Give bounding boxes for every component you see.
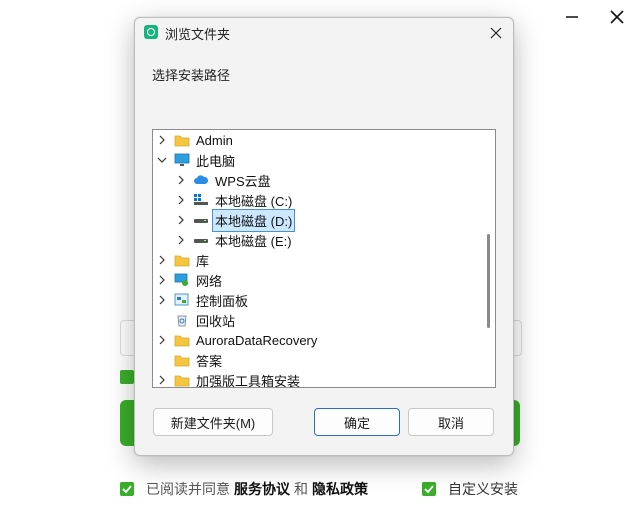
close-icon <box>610 10 624 24</box>
tree-item[interactable]: 控制面板 <box>153 290 486 310</box>
system-drive-icon <box>193 192 209 208</box>
tree-item[interactable]: 库 <box>153 250 486 270</box>
new-folder-button[interactable]: 新建文件夹(M) <box>153 408 273 436</box>
tree-item[interactable]: 网络 <box>153 270 486 290</box>
folder-icon <box>174 332 190 348</box>
chevron-right-icon[interactable] <box>156 274 168 286</box>
tree-item-label: WPS云盘 <box>215 173 271 189</box>
custom-install-checkbox[interactable] <box>422 482 436 496</box>
tree-item-label: 回收站 <box>196 313 236 329</box>
tree-item-label: 本地磁盘 (D:) <box>211 208 296 232</box>
chevron-right-icon[interactable] <box>156 294 168 306</box>
folder-icon <box>174 252 190 268</box>
minimize-icon <box>566 16 578 18</box>
drive-icon <box>193 212 209 228</box>
tree-item[interactable]: 加强版工具箱安装 <box>153 370 486 388</box>
agree-checkbox[interactable] <box>120 482 134 496</box>
folder-icon <box>174 132 190 148</box>
tree-item[interactable]: 本地磁盘 (E:) <box>153 230 495 250</box>
dialog-prompt: 选择安装路径 <box>152 68 231 83</box>
tree-item[interactable]: 本地磁盘 (D:) <box>153 208 495 232</box>
chevron-right-icon[interactable] <box>175 214 187 226</box>
folder-tree[interactable]: Admin 此电脑 WPS云盘本地磁盘 (C:) 本地磁盘 (D:) 本地磁盘 (E:)… <box>152 129 496 388</box>
app-icon <box>144 25 158 39</box>
chevron-right-icon[interactable] <box>175 194 187 206</box>
tree-item-label: 此电脑 <box>196 153 236 169</box>
chevron-right-icon[interactable] <box>156 254 168 266</box>
network-icon <box>174 272 190 288</box>
tree-item[interactable]: WPS云盘 <box>153 170 495 190</box>
custom-install-row: 自定义安装 <box>422 480 518 498</box>
chevron-right-icon[interactable] <box>156 374 168 386</box>
drive-icon <box>193 232 209 248</box>
chevron-right-icon[interactable] <box>175 234 187 246</box>
dialog-titlebar: 浏览文件夹 <box>135 18 513 48</box>
privacy-policy-link[interactable]: 隐私政策 <box>312 479 368 499</box>
tree-item-label: 控制面板 <box>196 293 249 309</box>
and-text: 和 <box>294 481 308 497</box>
custom-install-label: 自定义安装 <box>448 481 518 497</box>
dialog-title: 浏览文件夹 <box>165 27 231 42</box>
cancel-button[interactable]: 取消 <box>408 408 494 436</box>
control-panel-icon <box>174 292 190 308</box>
tree-item-label: 答案 <box>196 353 223 369</box>
ok-button[interactable]: 确定 <box>314 408 400 436</box>
agreement-row: 已阅读并同意 服务协议 和 隐私政策 <box>120 480 372 498</box>
tree-item-label: 加强版工具箱安装 <box>196 373 301 388</box>
chevron-right-icon[interactable] <box>156 134 168 146</box>
chevron-right-icon[interactable] <box>175 174 187 186</box>
agree-prefix: 已阅读并同意 <box>146 481 230 497</box>
service-agreement-link[interactable]: 服务协议 <box>234 479 290 499</box>
no-expander <box>156 354 168 366</box>
chevron-right-icon[interactable] <box>156 334 168 346</box>
browse-folder-dialog: 浏览文件夹 选择安装路径 Admin 此电脑 WPS云盘 本地磁盘 (C:) 本地磁盘 … <box>134 17 514 456</box>
folder-icon <box>174 352 190 368</box>
tree-item[interactable]: Admin <box>153 130 486 150</box>
close-icon <box>490 27 502 39</box>
computer-icon <box>174 152 190 168</box>
chevron-down-icon[interactable] <box>156 154 168 166</box>
tree-item-label: AuroraDataRecovery <box>196 332 318 348</box>
option-checkbox[interactable] <box>120 370 134 384</box>
folder-icon <box>174 372 190 387</box>
tree-item[interactable]: 答案 <box>153 350 486 370</box>
tree-item-label: 本地磁盘 (C:) <box>215 193 293 209</box>
recycle-bin-icon <box>174 312 190 328</box>
minimize-button[interactable] <box>560 6 584 28</box>
check-icon <box>424 485 434 494</box>
tree-item-label: 网络 <box>196 273 223 289</box>
tree-item[interactable]: 此电脑 <box>153 150 486 170</box>
tree-item[interactable]: AuroraDataRecovery <box>153 330 486 350</box>
tree-item-label: 本地磁盘 (E:) <box>215 233 292 249</box>
tree-item[interactable]: 回收站 <box>153 310 486 330</box>
tree-item-label: Admin <box>196 132 233 148</box>
close-window-button[interactable] <box>605 6 629 28</box>
tree-item-label: 库 <box>196 253 210 269</box>
no-expander <box>156 314 168 326</box>
tree-item[interactable]: 本地磁盘 (C:) <box>153 190 495 210</box>
cloud-icon <box>193 172 209 188</box>
check-icon <box>122 485 132 494</box>
dialog-close-button[interactable] <box>485 22 507 44</box>
